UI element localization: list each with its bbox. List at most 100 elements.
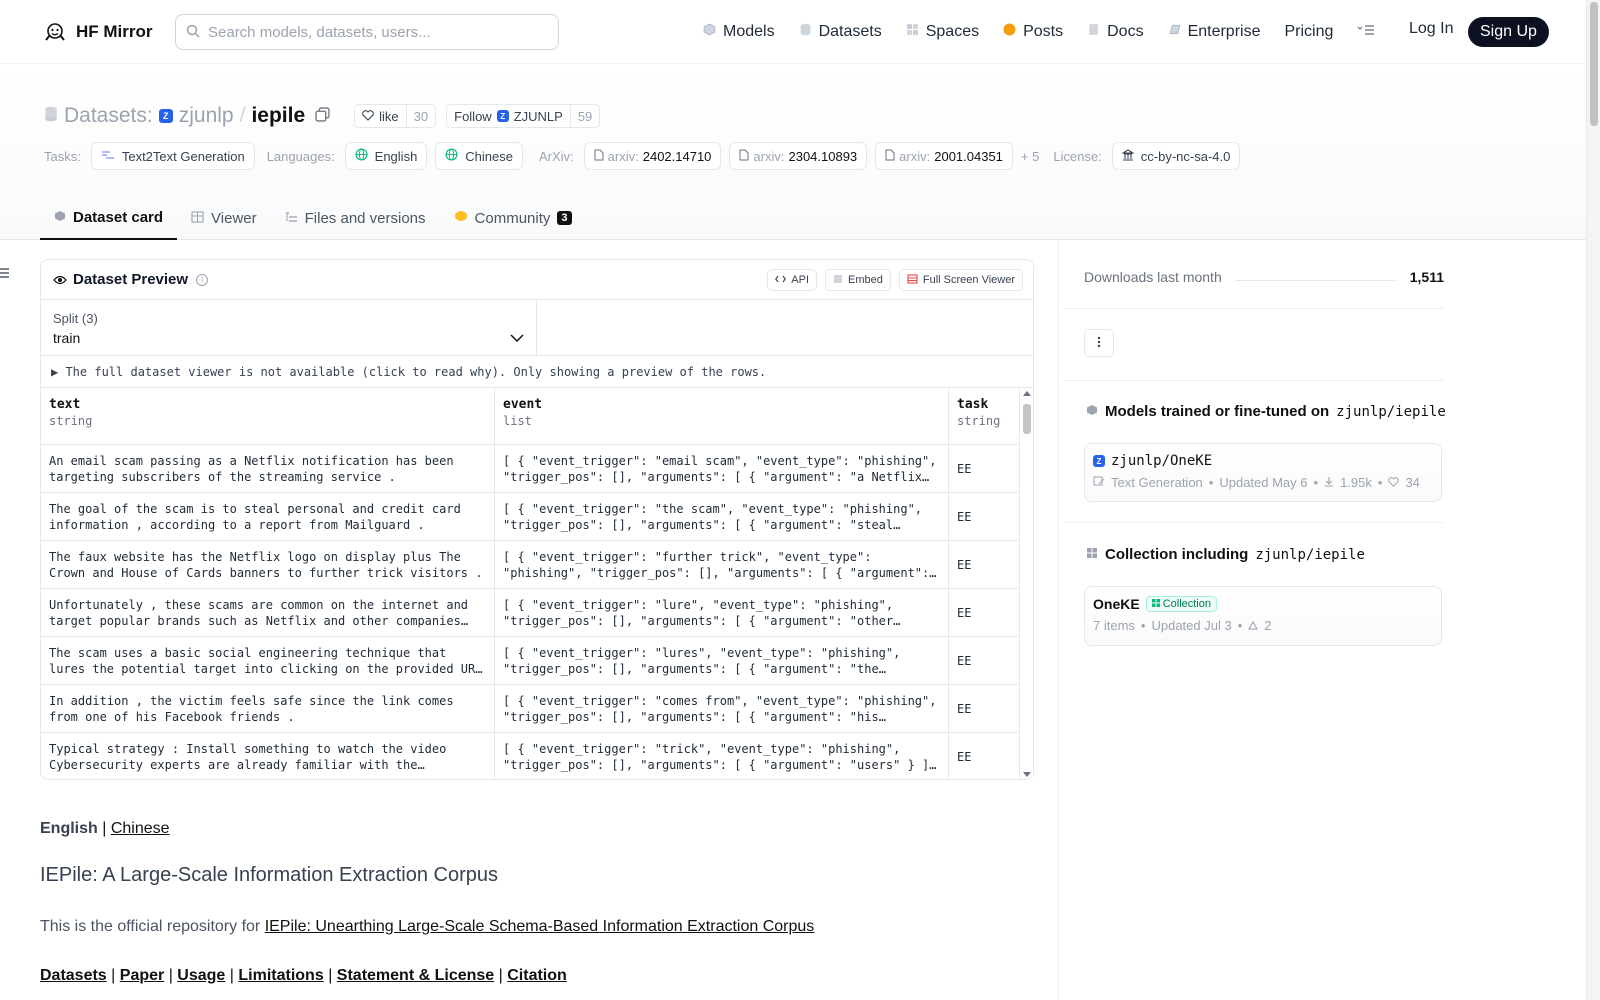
scroll-up-arrow-icon[interactable] (1023, 391, 1031, 396)
model-updated: Updated May 6 (1219, 475, 1308, 490)
paper-icon (885, 149, 895, 164)
link-datasets[interactable]: Datasets (40, 967, 107, 984)
nav-models-label: Models (723, 23, 775, 40)
search-box[interactable] (175, 14, 559, 50)
follow-org: ZJUNLP (513, 108, 563, 124)
cell-task: EE (957, 702, 972, 716)
column-header-task[interactable]: task string (949, 388, 1021, 444)
table-row[interactable]: Typical strategy : Install something to … (41, 733, 1021, 779)
link-separator: | (229, 967, 234, 984)
paper-icon (594, 149, 604, 164)
signup-button[interactable]: Sign Up (1468, 17, 1549, 47)
language-tag-chinese[interactable]: Chinese (435, 142, 523, 170)
login-link[interactable]: Log In (1409, 20, 1453, 38)
page-scrollbar-thumb[interactable] (1590, 2, 1598, 126)
nav-datasets-label: Datasets (818, 23, 882, 40)
downloads-value: 1,511 (1409, 269, 1444, 285)
column-header-event[interactable]: event list (495, 388, 949, 444)
table-row[interactable]: Unfortunately , these scams are common o… (41, 589, 1021, 637)
collection-card[interactable]: OneKE Collection 7 items • Updated Jul 3… (1084, 586, 1442, 646)
repo-name: iepile (251, 104, 306, 127)
top-navbar: HF Mirror Models Datasets Spaces Posts D… (0, 0, 1586, 64)
arxiv-tag-1[interactable]: arxiv: 2402.14710 (583, 142, 722, 170)
hf-logo-icon (42, 19, 68, 45)
link-paper[interactable]: Paper (120, 967, 164, 984)
cell-task: EE (957, 654, 972, 668)
more-options-button[interactable] (1084, 329, 1114, 357)
nav-posts[interactable]: Posts (1003, 20, 1063, 44)
cell-event: [ { "event_trigger": "further trick", "e… (503, 550, 930, 580)
heart-icon (1388, 475, 1400, 490)
cell-text: The faux website has the Netflix logo on… (49, 550, 483, 580)
task-tag[interactable]: Text2Text Generation (90, 142, 255, 170)
readme-heading: IEPile: A Large-Scale Information Extrac… (40, 864, 499, 886)
more-arxiv-button[interactable]: + 5 (1021, 149, 1039, 164)
tab-files[interactable]: Files and versions (271, 196, 440, 240)
cell-event: [ { "event_trigger": "email scam", "even… (503, 454, 937, 484)
nav-datasets[interactable]: Datasets (799, 20, 882, 44)
table-scrollbar[interactable] (1019, 388, 1033, 779)
copy-icon[interactable] (315, 104, 330, 128)
toc-toggle-icon[interactable] (0, 266, 10, 282)
table-scrollbar-thumb[interactable] (1023, 404, 1031, 434)
page-scrollbar[interactable] (1586, 0, 1600, 1000)
embed-button[interactable]: Embed (825, 269, 891, 291)
arxiv-tag-2[interactable]: arxiv: 2304.10893 (729, 142, 868, 170)
license-label-value: cc-by-nc-sa-4.0 (1140, 148, 1231, 164)
nav-models[interactable]: Models (703, 20, 775, 44)
table-icon (191, 210, 204, 227)
viewer-unavailable-notice[interactable]: ▶ The full dataset viewer is not availab… (41, 356, 1033, 388)
task-tag-label: Text2Text Generation (121, 148, 245, 164)
tab-viewer[interactable]: Viewer (177, 196, 271, 240)
info-icon[interactable]: i (196, 273, 209, 286)
repo-org-link[interactable]: zjunlp (179, 104, 234, 128)
repo-title-row: Datasets: Z zjunlp / iepile like 30 Foll… (44, 104, 601, 128)
brand-logo[interactable]: HF Mirror (42, 19, 153, 45)
link-citation[interactable]: Citation (507, 967, 567, 984)
language-tag-english[interactable]: English (344, 142, 428, 170)
link-usage[interactable]: Usage (177, 967, 225, 984)
divider (1062, 308, 1444, 309)
nav-spaces[interactable]: Spaces (906, 20, 979, 44)
api-button[interactable]: API (767, 269, 818, 291)
follow-button[interactable]: Follow Z ZJUNLP 59 (446, 104, 601, 128)
menu-lines-icon (1357, 23, 1375, 41)
collection-meta: 7 items • Updated Jul 3 • 2 (1093, 618, 1433, 633)
cell-event: [ { "event_trigger": "comes from", "even… (503, 694, 937, 724)
models-title-text: Models trained or fine-tuned on (1105, 403, 1330, 420)
search-input[interactable] (208, 23, 538, 41)
split-select[interactable]: Split (3) train (41, 300, 537, 355)
license-tag[interactable]: cc-by-nc-sa-4.0 (1111, 142, 1241, 170)
table-row[interactable]: The goal of the scam is to steal persona… (41, 493, 1021, 541)
link-limitations[interactable]: Limitations (238, 967, 323, 984)
fullscreen-viewer-button[interactable]: Full Screen Viewer (898, 269, 1023, 291)
arxiv-tag-3[interactable]: arxiv: 2001.04351 (875, 142, 1013, 170)
nav-posts-label: Posts (1023, 23, 1064, 40)
lang-chinese-link[interactable]: Chinese (111, 820, 170, 837)
table-row[interactable]: The scam uses a basic social engineering… (41, 637, 1021, 685)
cell-event: [ { "event_trigger": "the scam", "event_… (503, 502, 923, 532)
nav-more-menu[interactable] (1357, 20, 1375, 44)
link-statement-license[interactable]: Statement & License (337, 967, 494, 984)
enterprise-icon (1168, 23, 1181, 41)
like-button[interactable]: like 30 (354, 104, 437, 128)
nav-docs[interactable]: Docs (1087, 20, 1144, 44)
table-row[interactable]: The faux website has the Netflix logo on… (41, 541, 1021, 589)
language-switch: English | Chinese (40, 820, 1030, 838)
table-row[interactable]: An email scam passing as a Netflix notif… (41, 445, 1021, 493)
table-row[interactable]: In addition , the victim feels safe sinc… (41, 685, 1021, 733)
scroll-down-arrow-icon[interactable] (1023, 772, 1031, 777)
divider (1062, 522, 1444, 523)
collection-items: 7 items (1093, 618, 1135, 633)
paper-link[interactable]: IEPile: Unearthing Large-Scale Schema-Ba… (265, 918, 815, 935)
fullscreen-label: Full Screen Viewer (922, 274, 1015, 286)
tab-dataset-card[interactable]: Dataset card (40, 196, 178, 240)
model-card[interactable]: Z zjunlp/OneKE Text Generation • Updated… (1084, 443, 1442, 502)
model-likes: 34 (1405, 475, 1420, 490)
column-header-text[interactable]: text string (41, 388, 495, 444)
arxiv-id: 2402.14710 (642, 148, 712, 164)
split-label: Split (3) (53, 311, 98, 326)
tab-community[interactable]: Community 3 (440, 196, 586, 240)
nav-pricing[interactable]: Pricing (1284, 20, 1333, 44)
nav-enterprise[interactable]: Enterprise (1168, 20, 1260, 44)
